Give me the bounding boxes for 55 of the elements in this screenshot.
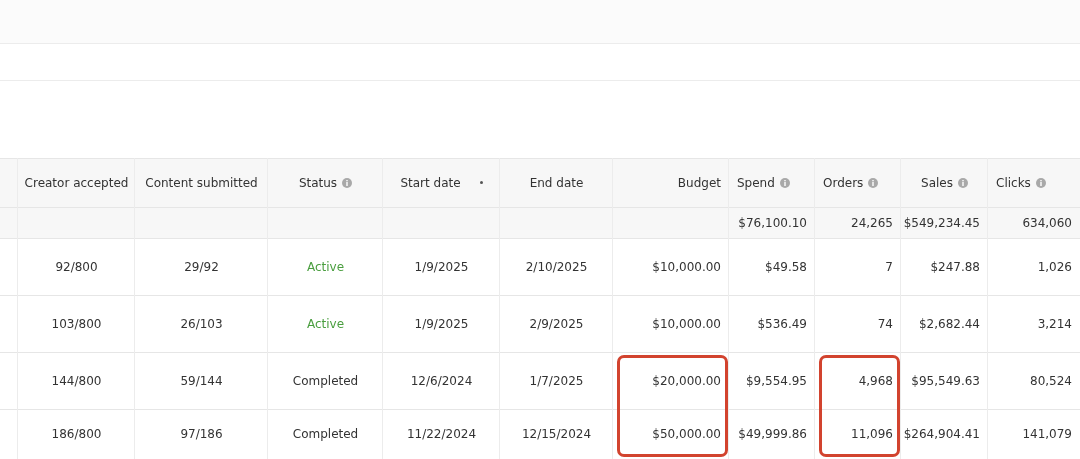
table-cell: 3,214 [1037,316,1072,331]
column-header: Budget [677,175,721,190]
table-cell: 186/800 [51,427,102,441]
summary-value: 634,060 [1022,215,1072,230]
table-cell: 29/92 [184,259,219,274]
column-header: Orders [823,175,864,190]
table-cell: 2/9/2025 [529,316,584,331]
table-cell: 59/144 [180,373,223,388]
column-header: Spend [737,175,775,190]
table-cell: $49.58 [765,259,807,274]
table-cell: 11,096 [851,427,893,441]
status-label: Active [306,259,345,274]
column-header: Content submitted [145,175,258,190]
table-cell: $536.49 [757,316,807,331]
summary-value: $76,100.10 [738,215,807,230]
table-cell: 97/186 [180,427,223,441]
table-cell: $264,904.41 [903,427,980,441]
table-cell: 1,026 [1037,259,1072,274]
table-cell: 1/7/2025 [529,373,584,388]
sort-icon[interactable] [479,181,483,184]
table-cell: $49,999.86 [738,427,807,441]
table-cell: $247.88 [930,259,980,274]
table-cell: 2/10/2025 [525,259,588,274]
table-cell: 144/800 [51,373,102,388]
table-cell: $20,000.00 [652,373,721,388]
column-header: Status [298,175,338,190]
table-cell: 92/800 [55,259,98,274]
status-label: Completed [292,427,359,441]
column-header: Creator accepted [24,175,129,190]
table-cell: 12/15/2024 [521,427,592,441]
table-cell: 4,968 [858,373,893,388]
table-cell: 74 [877,316,893,331]
table-cell: 141,079 [1022,427,1072,441]
table-cell: 12/6/2024 [410,373,473,388]
table-cell: $2,682.44 [918,316,980,331]
table-cell: $10,000.00 [652,316,721,331]
table-cell: 103/800 [51,316,102,331]
table-cell: 7 [885,259,893,274]
status-label: Completed [292,373,359,388]
column-header: Clicks [996,175,1031,190]
table-cell: 80,524 [1030,373,1072,388]
table-cell: 11/22/2024 [406,427,477,441]
table-cell: $50,000.00 [652,427,721,441]
table-cell: 26/103 [180,316,223,331]
status-label: Active [306,316,345,331]
summary-value: $549,234.45 [903,215,980,230]
table-cell: 1/9/2025 [414,259,469,274]
column-header: Sales [921,175,953,190]
table-cell: $9,554.95 [745,373,807,388]
summary-value: 24,265 [851,215,893,230]
table-cell: $10,000.00 [652,259,721,274]
column-header: End date [529,175,584,190]
table-cell: $95,549.63 [911,373,980,388]
column-header: Start date [400,175,461,190]
table-cell: 1/9/2025 [414,316,469,331]
